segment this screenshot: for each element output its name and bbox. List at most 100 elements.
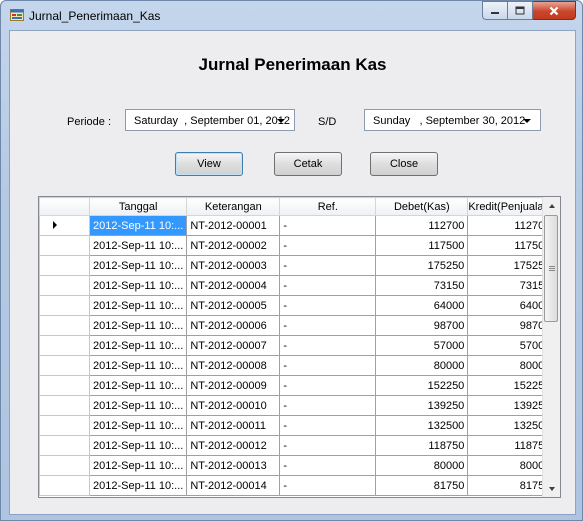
cell-kredit[interactable]: 81750 xyxy=(467,475,555,496)
cell-ref[interactable]: - xyxy=(279,355,377,376)
cell-debet[interactable]: 117500 xyxy=(375,235,469,256)
row-header[interactable] xyxy=(39,335,90,356)
cell-tanggal[interactable]: 2012-Sep-11 10:... xyxy=(88,455,188,476)
cell-kredit[interactable]: 112700 xyxy=(467,215,555,236)
cell-kredit[interactable]: 80000 xyxy=(467,355,555,376)
row-header[interactable] xyxy=(39,275,90,296)
cell-tanggal[interactable]: 2012-Sep-11 10:... xyxy=(88,415,188,436)
table-row[interactable]: 2012-Sep-11 10:... NT-2012-00003-175250 17… xyxy=(39,255,555,276)
cell-debet[interactable]: 152250 xyxy=(375,375,469,396)
cell-ref[interactable]: - xyxy=(279,375,377,396)
cell-debet[interactable]: 64000 xyxy=(375,295,469,316)
cell-kredit[interactable]: 57000 xyxy=(467,335,555,356)
table-row[interactable]: 2012-Sep-11 10:... NT-2012-00013-80000 800… xyxy=(39,455,555,476)
cell-keterangan[interactable]: NT-2012-00008 xyxy=(186,355,281,376)
table-row[interactable]: 2012-Sep-11 10:... NT-2012-00014-81750 817… xyxy=(39,475,555,496)
cell-ref[interactable]: - xyxy=(279,455,377,476)
row-header[interactable] xyxy=(39,455,90,476)
date-from-picker[interactable]: Saturday , September 01, 2012 xyxy=(125,109,295,131)
cell-tanggal[interactable]: 2012-Sep-11 10:... xyxy=(88,215,188,236)
cell-debet[interactable]: 112700 xyxy=(375,215,469,236)
row-header[interactable] xyxy=(39,235,90,256)
cell-ref[interactable]: - xyxy=(279,275,377,296)
cell-tanggal[interactable]: 2012-Sep-11 10:... xyxy=(88,335,188,356)
table-row[interactable]: 2012-Sep-11 10:... NT-2012-00008-80000 800… xyxy=(39,355,555,376)
view-button[interactable]: View xyxy=(175,152,243,176)
cell-debet[interactable]: 98700 xyxy=(375,315,469,336)
cell-tanggal[interactable]: 2012-Sep-11 10:... xyxy=(88,395,188,416)
cell-kredit[interactable]: 117500 xyxy=(467,235,555,256)
close-window-button[interactable] xyxy=(533,1,576,20)
cell-kredit[interactable]: 118750 xyxy=(467,435,555,456)
cell-debet[interactable]: 80000 xyxy=(375,455,469,476)
cell-ref[interactable]: - xyxy=(279,395,377,416)
cetak-button[interactable]: Cetak xyxy=(274,152,342,176)
cell-kredit[interactable]: 139250 xyxy=(467,395,555,416)
cell-ref[interactable]: - xyxy=(279,255,377,276)
row-header[interactable] xyxy=(39,215,90,236)
cell-keterangan[interactable]: NT-2012-00003 xyxy=(186,255,281,276)
row-header[interactable] xyxy=(39,475,90,496)
scrollbar-thumb[interactable] xyxy=(544,215,558,322)
cell-debet[interactable]: 118750 xyxy=(375,435,469,456)
cell-keterangan[interactable]: NT-2012-00010 xyxy=(186,395,281,416)
column-header-debet[interactable]: Debet(Kas) xyxy=(375,197,469,216)
cell-debet[interactable]: 80000 xyxy=(375,355,469,376)
table-row[interactable]: 2012-Sep-11 10:... NT-2012-00012-118750 11… xyxy=(39,435,555,456)
cell-debet[interactable]: 132500 xyxy=(375,415,469,436)
title-bar[interactable]: Jurnal_Penerimaan_Kas xyxy=(1,1,582,29)
cell-tanggal[interactable]: 2012-Sep-11 10:... xyxy=(88,235,188,256)
table-row[interactable]: 2012-Sep-11 10:... NT-2012-00001-112700 11… xyxy=(39,215,555,236)
cell-tanggal[interactable]: 2012-Sep-11 10:... xyxy=(88,255,188,276)
scroll-down-button[interactable] xyxy=(543,480,560,497)
row-header[interactable] xyxy=(39,255,90,276)
row-header[interactable] xyxy=(39,375,90,396)
table-row[interactable]: 2012-Sep-11 10:... NT-2012-00011-132500 13… xyxy=(39,415,555,436)
row-header[interactable] xyxy=(39,415,90,436)
row-header[interactable] xyxy=(39,395,90,416)
cell-debet[interactable]: 175250 xyxy=(375,255,469,276)
cell-kredit[interactable]: 64000 xyxy=(467,295,555,316)
cell-kredit[interactable]: 152250 xyxy=(467,375,555,396)
cell-kredit[interactable]: 80000 xyxy=(467,455,555,476)
table-row[interactable]: 2012-Sep-11 10:... NT-2012-00004-73150 731… xyxy=(39,275,555,296)
table-row[interactable]: 2012-Sep-11 10:... NT-2012-00006-98700 987… xyxy=(39,315,555,336)
column-header-ref[interactable]: Ref. xyxy=(279,197,377,216)
cell-kredit[interactable]: 73150 xyxy=(467,275,555,296)
cell-tanggal[interactable]: 2012-Sep-11 10:... xyxy=(88,375,188,396)
row-header[interactable] xyxy=(39,295,90,316)
table-row[interactable]: 2012-Sep-11 10:... NT-2012-00007-57000 570… xyxy=(39,335,555,356)
cell-ref[interactable]: - xyxy=(279,235,377,256)
row-header[interactable] xyxy=(39,435,90,456)
cell-keterangan[interactable]: NT-2012-00011 xyxy=(186,415,281,436)
cell-ref[interactable]: - xyxy=(279,215,377,236)
cell-debet[interactable]: 57000 xyxy=(375,335,469,356)
journal-grid[interactable]: Tanggal Keterangan Ref. Debet(Kas) Kredi… xyxy=(38,196,561,498)
cell-keterangan[interactable]: NT-2012-00013 xyxy=(186,455,281,476)
column-header-keterangan[interactable]: Keterangan xyxy=(186,197,281,216)
row-header[interactable] xyxy=(39,355,90,376)
table-row[interactable]: 2012-Sep-11 10:... NT-2012-00010-139250 13… xyxy=(39,395,555,416)
cell-debet[interactable]: 73150 xyxy=(375,275,469,296)
cell-keterangan[interactable]: NT-2012-00001 xyxy=(186,215,281,236)
cell-tanggal[interactable]: 2012-Sep-11 10:... xyxy=(88,275,188,296)
vertical-scrollbar[interactable] xyxy=(542,197,560,497)
cell-keterangan[interactable]: NT-2012-00007 xyxy=(186,335,281,356)
cell-kredit[interactable]: 98700 xyxy=(467,315,555,336)
cell-kredit[interactable]: 175250 xyxy=(467,255,555,276)
cell-keterangan[interactable]: NT-2012-00004 xyxy=(186,275,281,296)
maximize-button[interactable] xyxy=(508,1,533,20)
cell-ref[interactable]: - xyxy=(279,315,377,336)
column-header-tanggal[interactable]: Tanggal xyxy=(88,197,188,216)
cell-keterangan[interactable]: NT-2012-00014 xyxy=(186,475,281,496)
cell-ref[interactable]: - xyxy=(279,335,377,356)
column-header-kredit[interactable]: Kredit(Penjualan) xyxy=(467,197,555,216)
cell-ref[interactable]: - xyxy=(279,475,377,496)
cell-keterangan[interactable]: NT-2012-00009 xyxy=(186,375,281,396)
close-button[interactable]: Close xyxy=(370,152,438,176)
cell-keterangan[interactable]: NT-2012-00002 xyxy=(186,235,281,256)
date-to-picker[interactable]: Sunday , September 30, 2012 xyxy=(364,109,541,131)
row-header[interactable] xyxy=(39,315,90,336)
cell-ref[interactable]: - xyxy=(279,415,377,436)
cell-tanggal[interactable]: 2012-Sep-11 10:... xyxy=(88,355,188,376)
